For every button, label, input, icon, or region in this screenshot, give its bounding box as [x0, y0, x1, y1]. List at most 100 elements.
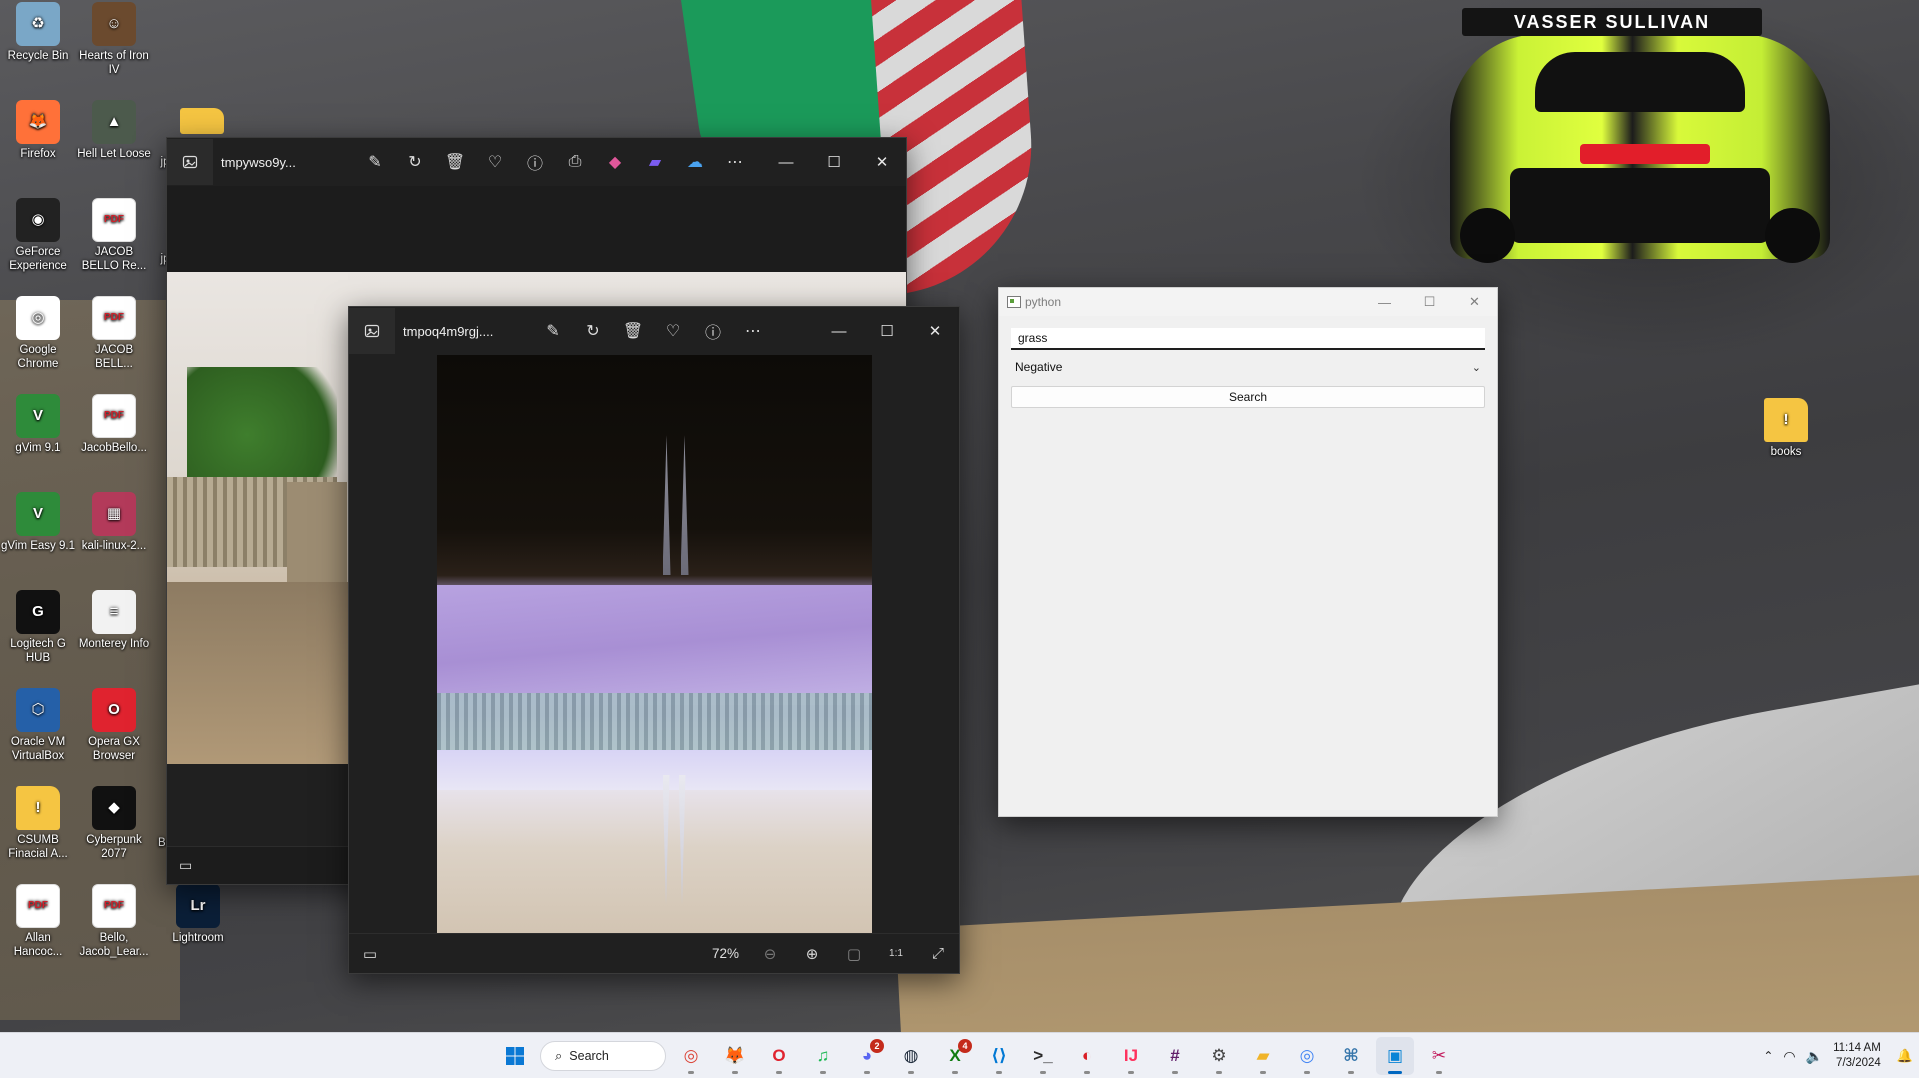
desktop-icon[interactable]: PDF JACOB BELLO Re...	[76, 198, 152, 273]
python-titlebar[interactable]: python — ☐ ✕	[999, 288, 1497, 316]
filmstrip-icon[interactable]: ▭	[349, 938, 391, 970]
desktop-icon[interactable]: G Logitech G HUB	[0, 590, 76, 665]
minimize-button[interactable]: —	[1362, 288, 1407, 316]
clock-date: 7/3/2024	[1836, 1057, 1881, 1069]
info-icon[interactable]: ⓘ	[693, 315, 733, 347]
taskbar-app-file-explorer[interactable]: ▰	[1244, 1037, 1282, 1075]
rotate-icon[interactable]: ↻	[573, 315, 613, 347]
running-indicator	[1304, 1071, 1310, 1074]
taskbar: ⌕ Search ◎ 🦊 O ♫ ◕ 2 ◍ X 4 ⟨⟩ >_ ◐ IJ # ⚙ ▰ ◎ ⌘ ▣ ✂ ⌃ ◠ 🔈 1…	[0, 1032, 1919, 1078]
desktop-icon[interactable]: ! books	[1748, 398, 1824, 459]
edit-icon[interactable]: ✎	[355, 146, 395, 178]
delete-icon[interactable]: 🗑	[435, 146, 475, 178]
zoom-level[interactable]: 72%	[712, 946, 739, 961]
start-button[interactable]	[496, 1037, 534, 1075]
desktop-icon[interactable]: PDF Bello, Jacob_Lear...	[76, 884, 152, 959]
photo-dam	[436, 693, 872, 753]
desktop-icon[interactable]: ▲ Hell Let Loose	[76, 100, 152, 161]
clock[interactable]: 11:14 AM 7/3/2024	[1833, 1041, 1881, 1071]
info-icon[interactable]: ⓘ	[515, 146, 555, 178]
desktop-icon[interactable]: Lr Lightroom	[160, 884, 236, 945]
chevron-up-icon[interactable]: ⌃	[1763, 1049, 1773, 1063]
desktop-icon[interactable]: VgVim 9.1	[0, 394, 76, 455]
actual-size-icon[interactable]: 1:1	[875, 938, 917, 970]
taskbar-app-vscode[interactable]: ⟨⟩	[980, 1037, 1018, 1075]
search-term-input[interactable]	[1011, 328, 1485, 350]
taskbar-search-box[interactable]: ⌕ Search	[540, 1041, 666, 1071]
taskbar-app-photos[interactable]: ▣	[1376, 1037, 1414, 1075]
taskbar-app-spotify[interactable]: ♫	[804, 1037, 842, 1075]
taskbar-app-creative-cloud[interactable]: ◐	[1068, 1037, 1106, 1075]
desktop-icon-image: O	[92, 688, 136, 732]
onedrive-icon[interactable]: ☁	[675, 146, 715, 178]
photos-front-titlebar[interactable]: tmpoq4m9rgj.... ✎ ↻ 🗑 ♡ ⓘ ⋯ — ☐ ✕	[349, 307, 959, 355]
photos-back-titlebar[interactable]: tmpywso9y... ✎ ↻ 🗑 ♡ ⓘ ⎙ ◆ ▰ ☁ ⋯ — ☐ ✕	[167, 138, 906, 186]
zoom-in-icon[interactable]: ⊕	[791, 938, 833, 970]
desktop-icon[interactable]: ≡ Monterey Info	[76, 590, 152, 651]
taskbar-app-firefox[interactable]: 🦊	[716, 1037, 754, 1075]
taskbar-app-chrome[interactable]: ◎	[672, 1037, 710, 1075]
favorite-icon[interactable]: ♡	[475, 146, 515, 178]
taskbar-app-steam[interactable]: ◍	[892, 1037, 930, 1075]
wifi-icon[interactable]: ◠	[1783, 1048, 1795, 1065]
negative-photo[interactable]	[436, 355, 872, 935]
filmstrip-icon[interactable]: ▭	[179, 857, 192, 874]
desktop-icon[interactable]: PDF JACOB BELL...	[76, 296, 152, 371]
clipchamp-icon[interactable]: ▰	[635, 146, 675, 178]
fullscreen-icon[interactable]: ⤢	[917, 938, 959, 970]
taskbar-app-chrome-profile[interactable]: ◎	[1288, 1037, 1326, 1075]
more-icon[interactable]: ⋯	[733, 315, 773, 347]
minimize-button[interactable]: —	[815, 315, 863, 347]
desktop-icon[interactable]: 🦊 Firefox	[0, 100, 76, 161]
notification-bell-icon[interactable]: 🔔	[1897, 1048, 1913, 1064]
desktop-icon[interactable]: ▦ kali-linux-2...	[76, 492, 152, 553]
close-button[interactable]: ✕	[911, 315, 959, 347]
photos-front-viewer[interactable]	[349, 355, 959, 935]
copilot-icon[interactable]: ◆	[595, 146, 635, 178]
rotate-icon[interactable]: ↻	[395, 146, 435, 178]
taskbar-app-intellij[interactable]: IJ	[1112, 1037, 1150, 1075]
desktop-icon-image: G	[16, 590, 60, 634]
desktop-icon[interactable]: PDF Allan Hancoc...	[0, 884, 76, 959]
photos-window-front[interactable]: tmpoq4m9rgj.... ✎ ↻ 🗑 ♡ ⓘ ⋯ — ☐ ✕ ▭ 72% …	[348, 306, 960, 974]
edit-icon[interactable]: ✎	[533, 315, 573, 347]
favorite-icon[interactable]: ♡	[653, 315, 693, 347]
desktop-icon[interactable]: ◉ GeForce Experience	[0, 198, 76, 273]
python-window[interactable]: python — ☐ ✕ Negative ⌄ Search	[998, 287, 1498, 817]
desktop-icon[interactable]: ◆ Cyberpunk 2077	[76, 786, 152, 861]
taskbar-app-xbox[interactable]: X4	[936, 1037, 974, 1075]
running-indicator	[1216, 1071, 1222, 1074]
fit-to-window-icon[interactable]: ▢	[833, 938, 875, 970]
desktop-icon[interactable]: VgVim Easy 9.1	[0, 492, 76, 553]
search-button[interactable]: Search	[1011, 386, 1485, 408]
filter-dropdown[interactable]: Negative ⌄	[1011, 356, 1485, 378]
close-button[interactable]: ✕	[858, 146, 906, 178]
delete-icon[interactable]: 🗑	[613, 315, 653, 347]
desktop-icon[interactable]: ☺ Hearts of Iron IV	[76, 2, 152, 77]
more-icon[interactable]: ⋯	[715, 146, 755, 178]
maximize-button[interactable]: ☐	[810, 146, 858, 178]
taskbar-app-snipping-tool[interactable]: ✂	[1420, 1037, 1458, 1075]
taskbar-app-settings[interactable]: ⚙	[1200, 1037, 1238, 1075]
taskbar-app-terminal[interactable]: >_	[1024, 1037, 1062, 1075]
desktop-icon[interactable]: ! CSUMB Finacial A...	[0, 786, 76, 861]
taskbar-app-python[interactable]: ⌘	[1332, 1037, 1370, 1075]
desktop-icon[interactable]: ◎ Google Chrome	[0, 296, 76, 371]
desktop-icon-label: Google Chrome	[17, 344, 59, 370]
desktop-icon[interactable]: ♻ Recycle Bin	[0, 2, 76, 63]
taskbar-app-slack[interactable]: #	[1156, 1037, 1194, 1075]
volume-icon[interactable]: 🔈	[1806, 1048, 1823, 1065]
maximize-button[interactable]: ☐	[863, 315, 911, 347]
taskbar-app-opera[interactable]: O	[760, 1037, 798, 1075]
desktop-icon[interactable]: O Opera GX Browser	[76, 688, 152, 763]
taskbar-app-discord[interactable]: ◕ 2	[848, 1037, 886, 1075]
desktop-folder-icon[interactable]	[164, 108, 240, 137]
desktop-icon[interactable]: PDF JacobBello...	[76, 394, 152, 455]
print-icon[interactable]: ⎙	[555, 146, 595, 178]
desktop-icon[interactable]: ⬡ Oracle VM VirtualBox	[0, 688, 76, 763]
desktop-icon-image: 🦊	[16, 100, 60, 144]
close-button[interactable]: ✕	[1452, 288, 1497, 316]
minimize-button[interactable]: —	[762, 146, 810, 178]
maximize-button[interactable]: ☐	[1407, 288, 1452, 316]
zoom-out-icon[interactable]: ⊖	[749, 938, 791, 970]
